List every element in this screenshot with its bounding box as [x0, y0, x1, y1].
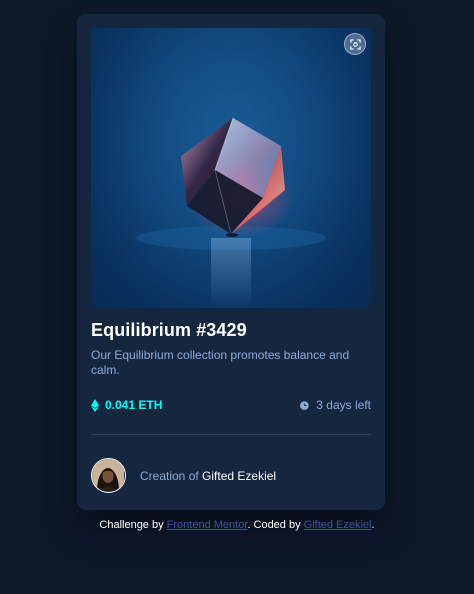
attribution: Challenge by Frontend Mentor. Coded by G…	[0, 519, 474, 531]
nft-description: Our Equilibrium collection promotes bala…	[91, 348, 350, 377]
card-divider	[91, 434, 371, 435]
creator-prefix: Creation of	[140, 469, 203, 483]
clock-icon	[300, 400, 309, 410]
time-left-info: 3 days left	[299, 398, 371, 412]
nft-preview-image[interactable]	[91, 28, 371, 308]
attribution-prefix: Challenge by	[99, 519, 167, 531]
creator-name-link[interactable]: Gifted Ezekiel	[202, 469, 276, 483]
nft-card: Equilibrium #3429 Our Equilibrium collec…	[77, 14, 385, 510]
price-value: 0.041 ETH	[105, 398, 163, 412]
view-icon	[349, 38, 361, 50]
time-left-value: 3 days left	[316, 398, 371, 412]
creator-line: Creation of Gifted Ezekiel	[140, 469, 276, 483]
equilibrium-cube-illustration	[136, 117, 326, 308]
coder-link[interactable]: Gifted Ezekiel	[304, 519, 372, 531]
view-button[interactable]	[344, 33, 366, 55]
nft-title[interactable]: Equilibrium #3429	[91, 320, 247, 341]
creator-avatar-image	[92, 459, 124, 491]
price-info: 0.041 ETH	[91, 398, 162, 412]
frontend-mentor-link[interactable]: Frontend Mentor	[167, 519, 248, 531]
ethereum-icon	[91, 398, 99, 412]
attribution-middle: . Coded by	[247, 519, 304, 531]
attribution-suffix: .	[371, 519, 375, 531]
creator-avatar	[91, 458, 126, 493]
